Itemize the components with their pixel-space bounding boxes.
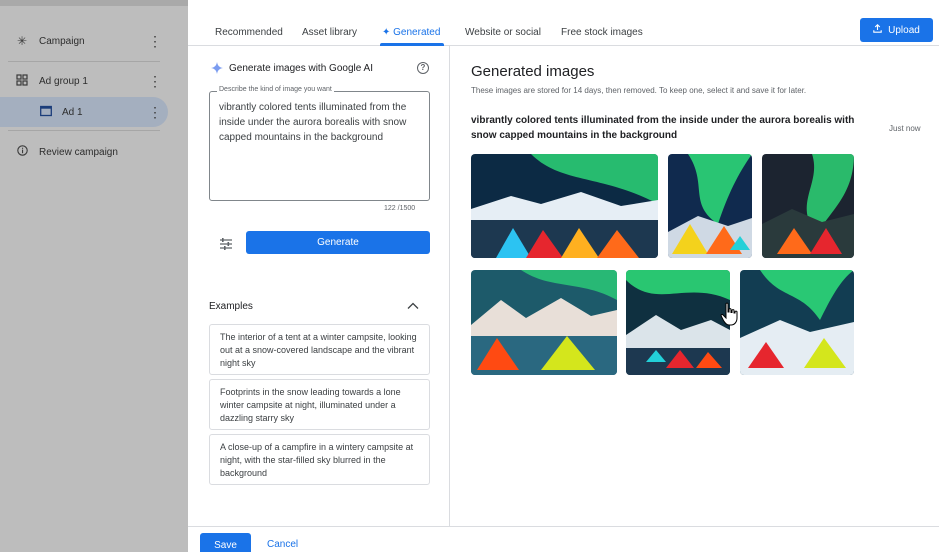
sidebar: ✳ Campaign ⋮ Ad group 1 ⋮ Ad 1 ⋮ Review … [0,0,188,552]
sidebar-item-label: Review campaign [39,146,118,158]
more-vert-icon[interactable]: ⋮ [148,74,162,88]
tab-bar: Recommended Asset library ✦ Generated We… [188,0,939,46]
generated-image-4[interactable] [471,270,617,375]
chevron-up-icon[interactable] [407,298,419,309]
generated-image-5[interactable] [626,270,730,375]
generated-image-1[interactable] [471,154,658,258]
cancel-button[interactable]: Cancel [267,539,298,550]
upload-icon [873,24,882,36]
generated-images-section: Generated images These images are stored… [451,46,939,526]
image-picker-panel: Recommended Asset library ✦ Generated We… [188,0,939,552]
help-icon[interactable]: ? [417,62,429,74]
asterisk-icon: ✳ [16,34,28,48]
ad-icon [38,105,54,120]
info-icon [14,145,30,159]
sidebar-top-strip [0,0,188,6]
sidebar-item-review-campaign[interactable]: Review campaign [0,137,188,167]
save-button[interactable]: Save [200,533,251,552]
prompt-field-label: Describe the kind of image you want [217,86,334,93]
sparkle-icon [211,61,223,74]
generate-form: Generate images with Google AI ? Describ… [188,46,450,526]
generated-image-2[interactable] [668,154,752,258]
generated-prompt-heading: vibrantly colored tents illuminated from… [471,115,855,141]
grid-icon [14,73,30,89]
generate-button[interactable]: Generate [246,231,430,254]
examples-title: Examples [209,301,253,312]
tab-generated[interactable]: ✦ Generated [382,27,440,38]
generated-timestamp: Just now [889,124,921,133]
more-vert-icon[interactable]: ⋮ [148,34,162,48]
sidebar-item-ad-1[interactable]: Ad 1 ⋮ [0,97,168,127]
hand-cursor-icon [720,302,740,326]
sidebar-item-campaign[interactable]: ✳ Campaign ⋮ [0,26,188,56]
sidebar-divider [8,130,160,131]
example-prompt-3[interactable]: A close-up of a campfire in a wintery ca… [209,434,430,485]
sidebar-item-label: Ad group 1 [39,75,88,87]
generated-images-title: Generated images [471,63,595,80]
tab-asset-library[interactable]: Asset library [302,27,357,38]
generated-image-3[interactable] [762,154,854,258]
character-count: 122 /1500 [384,205,416,212]
sidebar-item-label: Ad 1 [62,106,83,118]
generated-image-6[interactable] [740,270,854,375]
example-prompt-1[interactable]: The interior of a tent at a winter camps… [209,324,430,375]
tune-icon[interactable] [219,237,233,250]
prompt-field-value[interactable]: vibrantly colored tents illuminated from… [219,100,425,145]
sidebar-divider [8,61,160,62]
sidebar-item-ad-group[interactable]: Ad group 1 ⋮ [0,66,188,96]
tab-recommended[interactable]: Recommended [215,27,283,38]
generated-images-subtitle: These images are stored for 14 days, the… [471,86,807,95]
tab-free-stock-images[interactable]: Free stock images [561,27,643,38]
more-vert-icon[interactable]: ⋮ [148,105,162,119]
upload-button[interactable]: Upload [860,18,933,42]
generate-title: Generate images with Google AI [229,63,373,74]
upload-label: Upload [888,24,920,36]
tab-website-or-social[interactable]: Website or social [465,27,541,38]
sidebar-item-label: Campaign [39,35,85,47]
footer-bar: Save Cancel [188,526,939,552]
example-prompt-2[interactable]: Footprints in the snow leading towards a… [209,379,430,430]
